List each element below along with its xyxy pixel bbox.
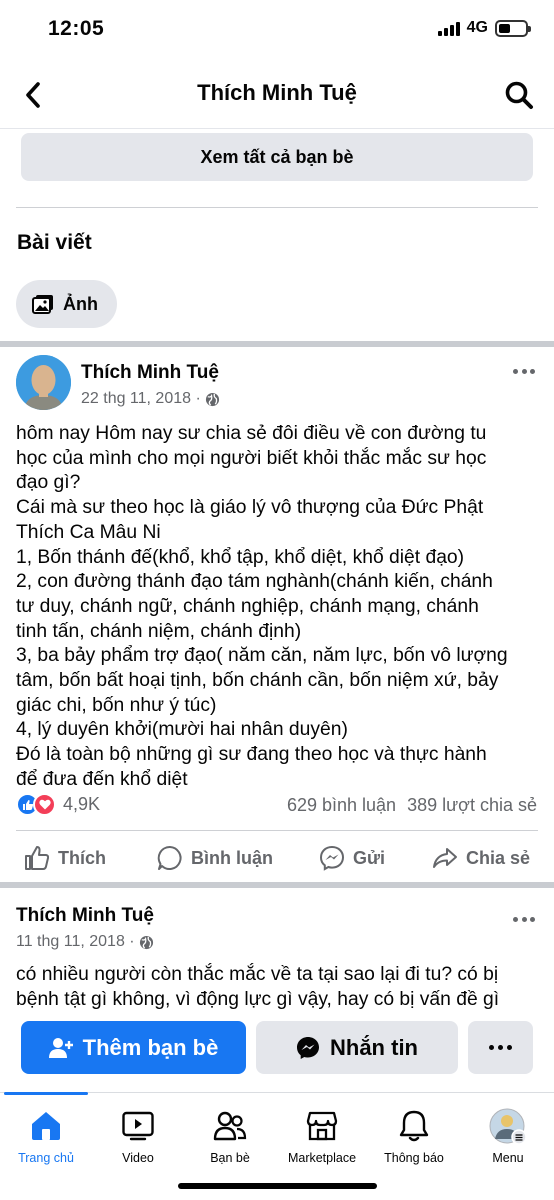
add-friend-icon	[48, 1037, 73, 1058]
message-label: Nhắn tin	[330, 1034, 418, 1060]
reactions-summary[interactable]: 4,9K	[16, 793, 100, 816]
post-date: 11 thg 11, 2018 ·	[16, 933, 135, 950]
post-text-line: tư duy, chánh ngữ, chánh nghiệp, chánh m…	[16, 595, 479, 617]
like-button[interactable]: Thích	[24, 840, 106, 876]
post-actions: Thích Bình luận Gửi Chia sẻ	[0, 840, 554, 876]
post-author[interactable]: Thích Minh Tuệ	[81, 362, 219, 384]
search-button[interactable]	[502, 78, 536, 112]
divider	[16, 207, 538, 208]
message-button[interactable]: Nhắn tin	[256, 1021, 458, 1074]
header-divider	[0, 128, 554, 129]
messenger-icon	[297, 1036, 319, 1059]
post-meta: 11 thg 11, 2018 ·	[16, 933, 154, 951]
add-friend-label: Thêm bạn bè	[82, 1034, 219, 1060]
reactions-count: 4,9K	[63, 794, 101, 814]
status-indicators: 4G	[437, 19, 531, 37]
post-author[interactable]: Thích Minh Tuệ	[16, 905, 154, 927]
post-text-line: 2, con đường thánh đạo tám nghành(chánh …	[16, 571, 493, 593]
share-icon	[433, 848, 457, 868]
post-text: hôm nay Hôm nay sư chia sẻ đôi điều về c…	[16, 422, 540, 793]
post-more-button[interactable]	[509, 361, 539, 381]
globe-icon	[139, 935, 153, 949]
photos-chip[interactable]: Ảnh	[16, 280, 117, 328]
post-text-line: 1, Bốn thánh đế(khổ, khổ tập, khổ diệt, …	[16, 546, 465, 568]
post-text-line: có nhiều người còn thắc mắc về ta tại sa…	[16, 964, 499, 985]
post-text-line: đạo gì?	[16, 472, 81, 494]
share-button[interactable]: Chia sẻ	[432, 840, 530, 876]
page-header: Thích Minh Tuệ	[0, 68, 554, 122]
tab-label: Trang chủ	[18, 1151, 74, 1165]
post-text-line: 3, ba bảy phẩm trợ đạo( năm căn, năm lực…	[16, 645, 508, 667]
section-separator	[0, 341, 554, 347]
send-label: Gửi	[353, 847, 386, 868]
tab-menu[interactable]: Menu	[462, 1108, 554, 1165]
photo-icon	[32, 295, 53, 314]
tab-label: Marketplace	[287, 1151, 357, 1165]
globe-icon	[205, 392, 219, 406]
post-more-button[interactable]	[509, 909, 539, 929]
comment-button[interactable]: Bình luận	[157, 840, 273, 876]
post-text-line: 4, lý duyên khởi(mười hai nhân duyên)	[16, 719, 348, 741]
send-button[interactable]: Gửi	[319, 840, 385, 876]
post-text-line: để đưa đến khổ diệt	[16, 768, 188, 790]
messenger-icon	[319, 845, 345, 871]
active-tab-indicator	[4, 1092, 88, 1095]
tab-home[interactable]: Trang chủ	[0, 1109, 92, 1165]
tab-label: Bạn bè	[210, 1151, 250, 1165]
post-text-line: giác chi, bốn như ý túc)	[16, 694, 217, 716]
post-text-line: bệnh tật gì không, vì động lực gì vậy, h…	[16, 988, 500, 1010]
post-text-line: Đó là toàn bộ những gì sư đang theo học …	[16, 744, 487, 766]
menu-avatar-icon	[489, 1108, 527, 1144]
divider	[16, 830, 538, 831]
tab-friends[interactable]: Bạn bè	[184, 1109, 276, 1165]
home-icon	[32, 1112, 60, 1140]
reaction-icons	[16, 793, 56, 816]
signal-icon	[437, 21, 460, 36]
post-text: có nhiều người còn thắc mắc về ta tại sa…	[16, 963, 540, 1012]
post-text-line: học của mình cho mọi người biết khỏi thắ…	[16, 447, 487, 469]
tab-video[interactable]: Video	[92, 1109, 184, 1165]
marketplace-icon	[306, 1111, 338, 1141]
status-time: 12:05	[48, 17, 105, 40]
network-type: 4G	[466, 19, 488, 36]
post-text-line: tâm, bốn bất hoại tịnh, bốn chánh cần, b…	[16, 670, 499, 692]
comment-label: Bình luận	[191, 847, 273, 868]
profile-photo	[16, 355, 71, 410]
search-icon	[505, 81, 533, 109]
post-text-line: Cái mà sư theo học là giáo lý vô thượng …	[16, 497, 484, 519]
post-date: 22 thg 11, 2018 ·	[81, 390, 201, 407]
home-indicator	[178, 1183, 377, 1189]
more-options-button[interactable]	[468, 1021, 533, 1074]
shares-count[interactable]: 389 lượt chia sẻ	[407, 795, 537, 816]
posts-section-title: Bài viết	[17, 231, 92, 254]
bell-icon	[399, 1110, 429, 1142]
engagement-counts: 629 bình luận 389 lượt chia sẻ	[287, 795, 537, 816]
add-friend-button[interactable]: Thêm bạn bè	[21, 1021, 246, 1074]
photos-chip-label: Ảnh	[63, 293, 98, 314]
avatar[interactable]	[16, 355, 71, 410]
comments-count[interactable]: 629 bình luận	[287, 795, 396, 816]
like-label: Thích	[58, 847, 106, 868]
love-reaction-icon	[33, 793, 56, 816]
post-text-line: hôm nay Hôm nay sư chia sẻ đôi điều về c…	[16, 423, 487, 444]
tab-notifications[interactable]: Thông báo	[368, 1109, 460, 1165]
section-separator	[0, 882, 554, 888]
see-all-friends-button[interactable]: Xem tất cả bạn bè	[21, 133, 533, 181]
tab-label: Video	[122, 1151, 154, 1165]
tab-label: Menu	[492, 1151, 524, 1165]
comment-icon	[157, 845, 182, 870]
page-title: Thích Minh Tuệ	[197, 80, 357, 105]
post-meta: 22 thg 11, 2018 ·	[81, 390, 220, 408]
post-text-line: tinh tấn, chánh niệm, chánh định)	[16, 620, 302, 642]
friends-icon	[213, 1111, 247, 1141]
tab-label: Thông báo	[384, 1151, 444, 1165]
post-text-line: Thích Ca Mâu Ni	[16, 521, 161, 543]
tab-marketplace[interactable]: Marketplace	[276, 1109, 368, 1165]
battery-icon	[495, 19, 531, 37]
status-bar: 12:05 4G	[0, 0, 554, 58]
share-label: Chia sẻ	[466, 847, 531, 868]
profile-action-bar: Thêm bạn bè Nhắn tin	[0, 1010, 554, 1090]
video-icon	[122, 1111, 154, 1141]
thumbs-up-icon	[25, 846, 50, 870]
